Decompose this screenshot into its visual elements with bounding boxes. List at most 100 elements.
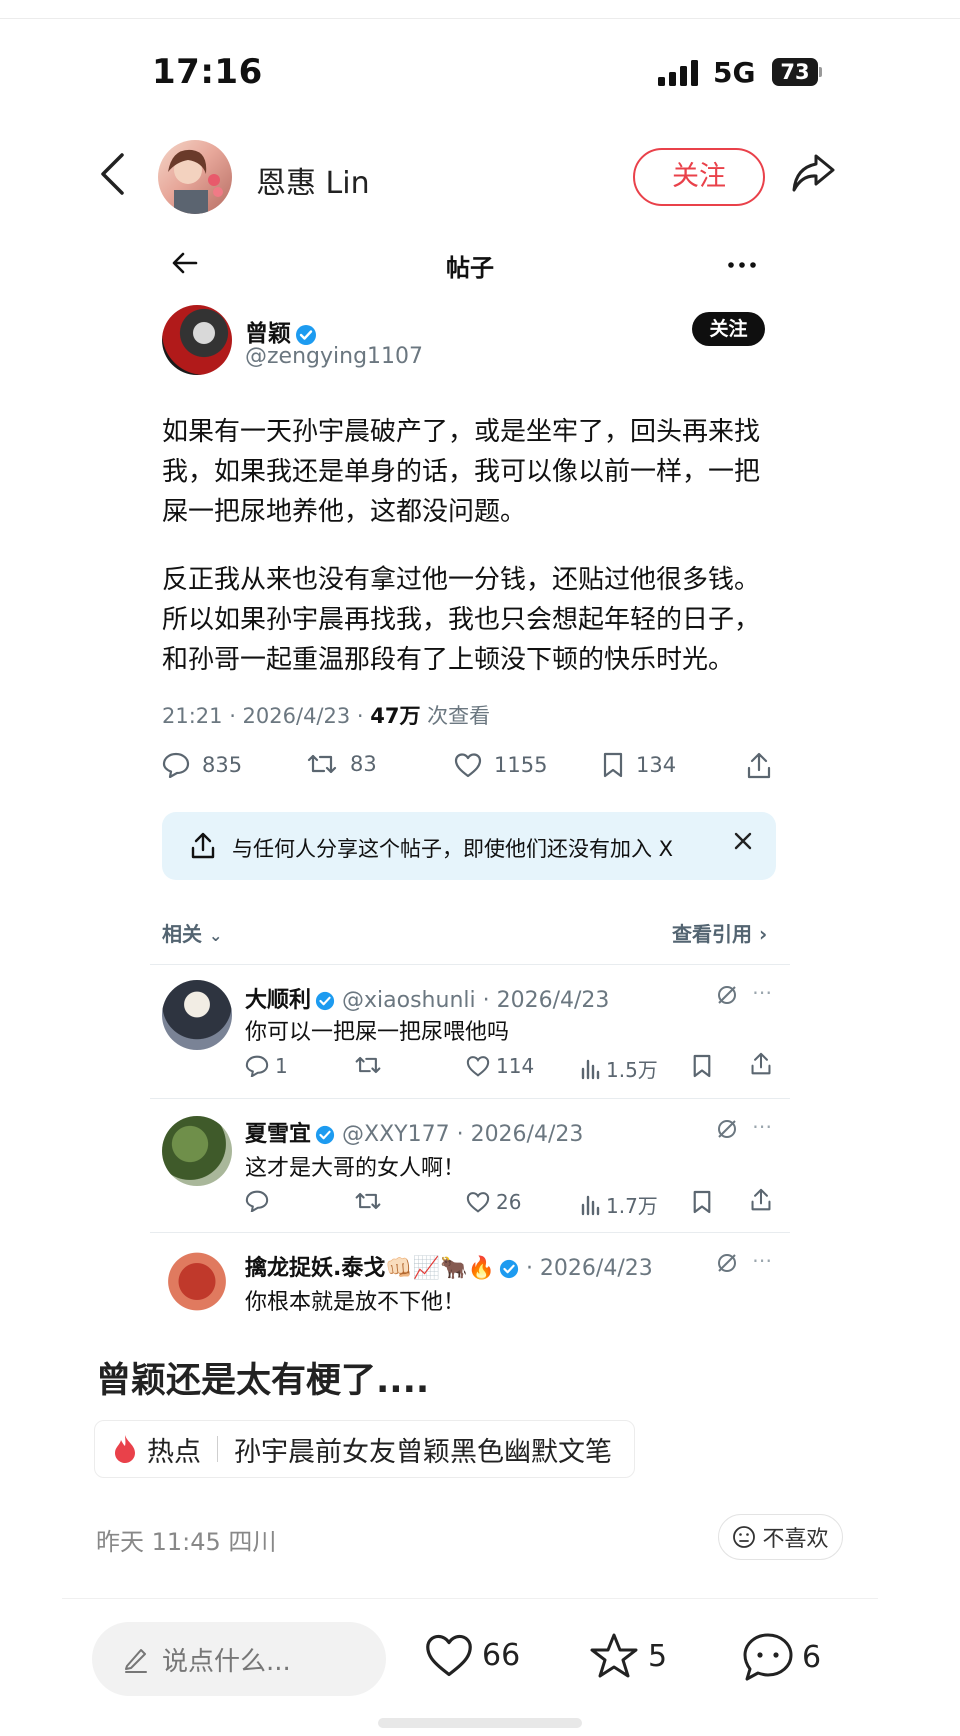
reply-icon: [245, 1055, 269, 1077]
hot-topic-tag[interactable]: 热点 孙宇晨前女友曾颖黑色幽默文笔: [94, 1420, 635, 1478]
reply-handle-date: @xiaoshunli · 2026/4/23: [342, 988, 610, 1013]
top-divider: [0, 18, 960, 19]
comment-bubble-icon: [742, 1632, 794, 1682]
like-icon: [454, 752, 482, 778]
reply-like-value: 26: [496, 1190, 522, 1214]
hot-label: 热点: [147, 1436, 201, 1468]
related-label: 相关: [162, 922, 202, 946]
reply-like-count: 26: [466, 1190, 521, 1214]
reply-reply-value: 1: [275, 1054, 288, 1078]
reply-more-icon: ⋯: [752, 980, 772, 1004]
reply-handle-date: @XXY177 · 2026/4/23: [342, 1122, 584, 1147]
reply-repost-icon: [354, 1190, 382, 1212]
comment-input[interactable]: 说点什么...: [92, 1622, 386, 1696]
dislike-label: 不喜欢: [762, 1527, 829, 1552]
grok-icon: [716, 1252, 738, 1274]
reply-handle-date: · 2026/4/23: [525, 1256, 653, 1281]
pencil-icon: [122, 1645, 150, 1673]
reply-author-name: 擒龙捉妖.泰戈👊🏻📈🐂🔥: [245, 1256, 495, 1281]
tweet-body: 如果有一天孙宇晨破产了，或是坐牢了，回头再来找我，如果我还是单身的话，我可以像以…: [162, 412, 782, 708]
reply-avatar: [162, 1116, 232, 1186]
reply-text: 你可以一把屎一把尿喂他吗: [245, 1020, 510, 1045]
reply-author-name: 夏雪宜: [245, 1122, 312, 1147]
grok-icon: [716, 984, 738, 1006]
related-tab: 相关 ⌄: [162, 918, 222, 947]
reply-text: 这才是大哥的女人啊！: [245, 1156, 466, 1181]
author-avatar[interactable]: [158, 140, 232, 214]
like-icon: [466, 1191, 490, 1213]
follow-button[interactable]: 关注: [633, 148, 765, 206]
tweet-back-icon: [172, 252, 198, 274]
repost-icon: [306, 752, 338, 776]
bookmark-icon: [692, 1054, 712, 1078]
share-banner: 与任何人分享这个帖子，即使他们还没有加入 X: [162, 812, 776, 880]
hot-topic-text: 孙宇晨前女友曾颖黑色幽默文笔: [234, 1436, 612, 1468]
analytics-icon: [580, 1194, 600, 1216]
view-quotes-label: 查看引用: [672, 922, 752, 946]
reply-avatar: [162, 1250, 232, 1320]
bookmark-count: 134: [602, 752, 676, 778]
network-type: 5G: [713, 56, 756, 89]
reply-icon: [162, 752, 190, 778]
reply-text: 你根本就是放不下他！: [245, 1290, 466, 1315]
back-icon[interactable]: [98, 152, 126, 196]
author-name[interactable]: 恩惠 Lin: [256, 158, 370, 202]
tweet-meta: 21:21 · 2026/4/23 · 47万 次查看: [162, 700, 490, 730]
favorite-button[interactable]: 5: [588, 1632, 667, 1680]
like-icon: [466, 1055, 490, 1077]
like-count: 1155: [454, 752, 547, 778]
chevron-down-icon: ⌄: [208, 926, 223, 945]
status-time: 17:16: [152, 52, 263, 92]
verified-icon: [499, 1259, 519, 1279]
dislike-button[interactable]: 不喜欢: [718, 1514, 843, 1560]
divider: [150, 1098, 790, 1099]
tweet-author-handle: @zengying1107: [245, 344, 424, 369]
tweet-follow-button: 关注: [692, 312, 765, 346]
home-indicator: [378, 1718, 582, 1728]
verified-icon: [295, 324, 317, 346]
reply-repost-icon: [354, 1054, 382, 1076]
comment-button[interactable]: 6: [742, 1632, 821, 1682]
tweet-timestamp: 21:21 · 2026/4/23 ·: [162, 704, 371, 728]
share-banner-text: 与任何人分享这个帖子，即使他们还没有加入 X: [232, 837, 674, 861]
reply-like-value: 114: [496, 1054, 535, 1078]
reply-count: 835: [162, 752, 242, 778]
share-icon[interactable]: [790, 152, 836, 194]
divider: [150, 1232, 790, 1233]
battery-icon: [819, 67, 822, 77]
reply-icon: [245, 1190, 269, 1212]
tag-separator: [217, 1436, 218, 1462]
like-count-value: 1155: [494, 753, 548, 777]
reply-more-icon: ⋯: [752, 1248, 772, 1272]
reply-count-value: 835: [202, 753, 243, 777]
analytics-icon: [580, 1058, 600, 1080]
repost-count-value: 83: [350, 752, 377, 776]
comment-placeholder: 说点什么...: [162, 1646, 291, 1677]
heart-icon: [424, 1632, 474, 1678]
like-count-value: 66: [482, 1637, 521, 1673]
reply-like-count: 114: [466, 1054, 534, 1078]
tweet-views-suffix: 次查看: [420, 704, 491, 728]
close-icon: [732, 830, 754, 852]
view-quotes-link: 查看引用 ›: [672, 918, 767, 947]
tweet-paragraph: 如果有一天孙宇晨破产了，或是坐牢了，回头再来找我，如果我还是单身的话，我可以像以…: [162, 417, 761, 527]
repost-count: 83: [306, 752, 377, 776]
share-icon: [750, 1188, 772, 1212]
more-icon: [728, 262, 756, 268]
comment-count-value: 6: [802, 1639, 822, 1675]
tweet-author-avatar: [162, 305, 232, 375]
tweet-page-title: 帖子: [446, 254, 494, 282]
tweet-views: 47万: [370, 704, 421, 728]
verified-icon: [315, 1125, 335, 1145]
reply-header: 大顺利 @xiaoshunli · 2026/4/23: [245, 982, 609, 1014]
reply-reply-count: 1: [245, 1054, 288, 1078]
bookmark-count-value: 134: [636, 753, 677, 777]
reply-header: 夏雪宜 @XXY177 · 2026/4/23: [245, 1116, 583, 1148]
grok-icon: [716, 1118, 738, 1140]
bookmark-icon: [602, 752, 624, 778]
reply-view-value: 1.7万: [606, 1194, 658, 1218]
like-button[interactable]: 66: [424, 1632, 520, 1678]
post-caption: 曾颖还是太有梗了....: [96, 1361, 430, 1401]
divider: [150, 964, 790, 965]
reply-view-count: 1.5万: [580, 1054, 658, 1083]
